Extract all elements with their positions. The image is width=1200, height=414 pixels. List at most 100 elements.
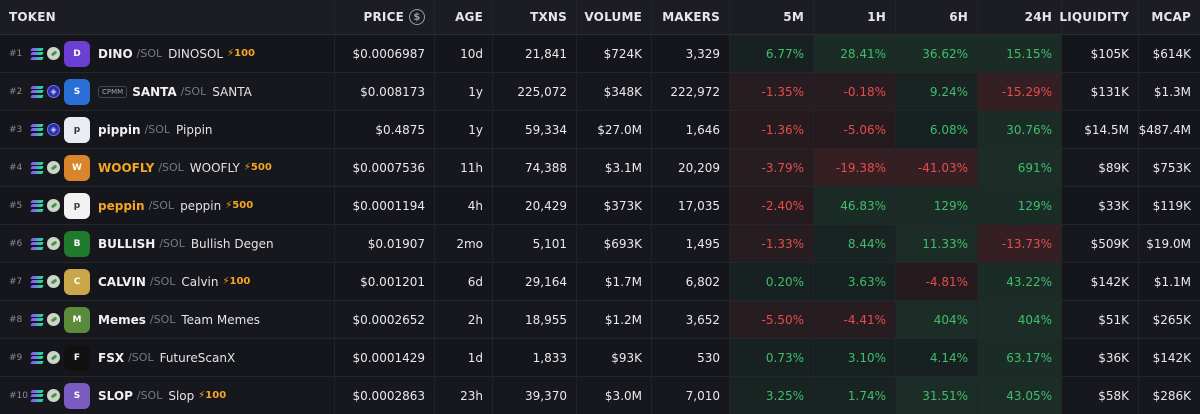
token-name: DINOSOL: [168, 46, 224, 61]
cell-h24: -13.73%: [978, 225, 1062, 262]
token-cell[interactable]: #7 C CALVIN/SOL Calvin ⚡100: [0, 263, 335, 300]
raydium-icon: ◈: [47, 123, 60, 136]
pumpfun-icon: [47, 351, 60, 364]
cell-volume: $3.1M: [577, 149, 652, 186]
cell-mcap: $614K: [1152, 46, 1191, 61]
token-cell[interactable]: #6 B BULLISH/SOL Bullish Degen: [0, 225, 335, 262]
rank-label: #8: [9, 314, 23, 325]
header-makers[interactable]: MAKERS: [652, 0, 730, 34]
cell-txns: 1,833: [493, 339, 577, 376]
header-5m[interactable]: 5M: [730, 0, 814, 34]
cell-makers: 3,652: [652, 301, 730, 338]
cell-txns: 29,164: [493, 263, 577, 300]
token-name: Bullish Degen: [190, 236, 274, 251]
token-cell[interactable]: #9 F FSX/SOL FutureScanX: [0, 339, 335, 376]
cell-m5: -1.35%: [730, 73, 814, 110]
table-row[interactable]: #8 M Memes/SOL Team Memes $0.0002652 2h 18,955…: [0, 301, 1200, 339]
table-row[interactable]: #2 ◈ S CPMM SANTA/SOL SANTA $0.008173 1y 225,072…: [0, 73, 1200, 111]
table-row[interactable]: #9 F FSX/SOL FutureScanX $0.0001429 1d 1,833 $9…: [0, 339, 1200, 377]
cell-mcap: $119K: [1152, 198, 1191, 213]
cell-makers: 222,972: [652, 73, 730, 110]
cell-volume: $93K: [577, 339, 652, 376]
header-mcap[interactable]: MCAP: [1139, 0, 1200, 34]
cell-age: 11h: [435, 149, 493, 186]
boost-badge: ⚡500: [243, 162, 272, 173]
token-name: Calvin: [181, 274, 219, 289]
token-name: Pippin: [176, 122, 213, 137]
table-row[interactable]: #6 B BULLISH/SOL Bullish Degen $0.01907 2mo 5,…: [0, 225, 1200, 263]
cell-price: $0.4875: [335, 111, 435, 148]
cell-m5: 0.73%: [730, 339, 814, 376]
token-name: FutureScanX: [159, 350, 236, 365]
header-liquidity[interactable]: LIQUIDITY: [1059, 0, 1139, 34]
header-price[interactable]: PRICE $: [335, 0, 435, 34]
cell-liquidity: $131K: [1062, 73, 1139, 110]
cell-liquidity: $142K: [1062, 263, 1139, 300]
header-token[interactable]: TOKEN: [0, 0, 335, 34]
cell-h6: 4.14%: [896, 339, 978, 376]
boost-badge: ⚡500: [225, 200, 254, 211]
token-cell[interactable]: #10 S SLOP/SOL Slop ⚡100: [0, 377, 335, 414]
header-age[interactable]: AGE: [435, 0, 493, 34]
cell-mcap: $265K: [1152, 312, 1191, 327]
token-cell[interactable]: #5 p peppin/SOL peppin ⚡500: [0, 187, 335, 224]
boost-badge: ⚡100: [227, 48, 256, 59]
chain-label: /SOL: [149, 275, 176, 288]
cell-volume: $27.0M: [577, 111, 652, 148]
cell-txns: 225,072: [493, 73, 577, 110]
token-cell[interactable]: #8 M Memes/SOL Team Memes: [0, 301, 335, 338]
token-logo: p: [64, 116, 90, 143]
rank-label: #2: [9, 86, 23, 97]
table-row[interactable]: #3 ◈ p pippin/SOL Pippin $0.4875 1y 59,334 $27.0…: [0, 111, 1200, 149]
cell-mcap: $286K: [1152, 388, 1191, 403]
table-body: #1 D DINO/SOL DINOSOL ⚡100 $0.0006987 10d 21,84…: [0, 35, 1200, 414]
cell-makers: 1,495: [652, 225, 730, 262]
chain-label: /SOL: [136, 47, 163, 60]
cell-price: $0.0002652: [335, 301, 435, 338]
token-cell[interactable]: #2 ◈ S CPMM SANTA/SOL SANTA: [0, 73, 335, 110]
cell-h24: 15.15%: [978, 35, 1062, 72]
solana-icon: [30, 123, 44, 136]
chain-label: /SOL: [180, 85, 207, 98]
cell-age: 10d: [435, 35, 493, 72]
header-6h[interactable]: 6H: [896, 0, 978, 34]
token-symbol: SLOP: [98, 388, 133, 403]
cell-price: $0.0001194: [335, 187, 435, 224]
cell-h1: 46.83%: [814, 187, 896, 224]
token-cell[interactable]: #4 W WOOFLY/SOL WOOFLY ⚡500: [0, 149, 335, 186]
currency-toggle-icon[interactable]: $: [409, 9, 425, 25]
table-row[interactable]: #5 p peppin/SOL peppin ⚡500 $0.0001194 4h 20,42…: [0, 187, 1200, 225]
table-row[interactable]: #7 C CALVIN/SOL Calvin ⚡100 $0.001201 6d 29,164…: [0, 263, 1200, 301]
pumpfun-icon: [47, 161, 60, 174]
token-symbol: CALVIN: [98, 274, 146, 289]
header-volume[interactable]: VOLUME: [577, 0, 652, 34]
chain-label: /SOL: [136, 389, 163, 402]
cell-h24: 129%: [978, 187, 1062, 224]
token-cell[interactable]: #1 D DINO/SOL DINOSOL ⚡100: [0, 35, 335, 72]
cell-makers: 530: [652, 339, 730, 376]
cell-h24: 404%: [978, 301, 1062, 338]
cell-h24: 691%: [978, 149, 1062, 186]
cell-liquidity: $509K: [1062, 225, 1139, 262]
cell-h1: -5.06%: [814, 111, 896, 148]
header-24h[interactable]: 24H: [978, 0, 1062, 34]
table-row[interactable]: #1 D DINO/SOL DINOSOL ⚡100 $0.0006987 10d 21,84…: [0, 35, 1200, 73]
token-cell[interactable]: #3 ◈ p pippin/SOL Pippin: [0, 111, 335, 148]
solana-icon: [30, 351, 44, 364]
token-logo: S: [64, 78, 90, 105]
rank-label: #1: [9, 48, 23, 59]
token-symbol: WOOFLY: [98, 160, 155, 175]
token-name: SANTA: [212, 84, 252, 99]
solana-icon: [30, 237, 44, 250]
cell-price: $0.0001429: [335, 339, 435, 376]
cell-mcap: $142K: [1152, 350, 1191, 365]
rank-label: #5: [9, 200, 23, 211]
cell-price: $0.001201: [335, 263, 435, 300]
cell-mcap: $1.3M: [1153, 84, 1191, 99]
header-txns[interactable]: TXNS: [493, 0, 577, 34]
token-symbol: SANTA: [132, 84, 177, 99]
table-row[interactable]: #10 S SLOP/SOL Slop ⚡100 $0.0002863 23h 39,370 $…: [0, 377, 1200, 414]
header-1h[interactable]: 1H: [814, 0, 896, 34]
table-row[interactable]: #4 W WOOFLY/SOL WOOFLY ⚡500 $0.0007536 11h 74,3…: [0, 149, 1200, 187]
cell-h6: -4.81%: [896, 263, 978, 300]
